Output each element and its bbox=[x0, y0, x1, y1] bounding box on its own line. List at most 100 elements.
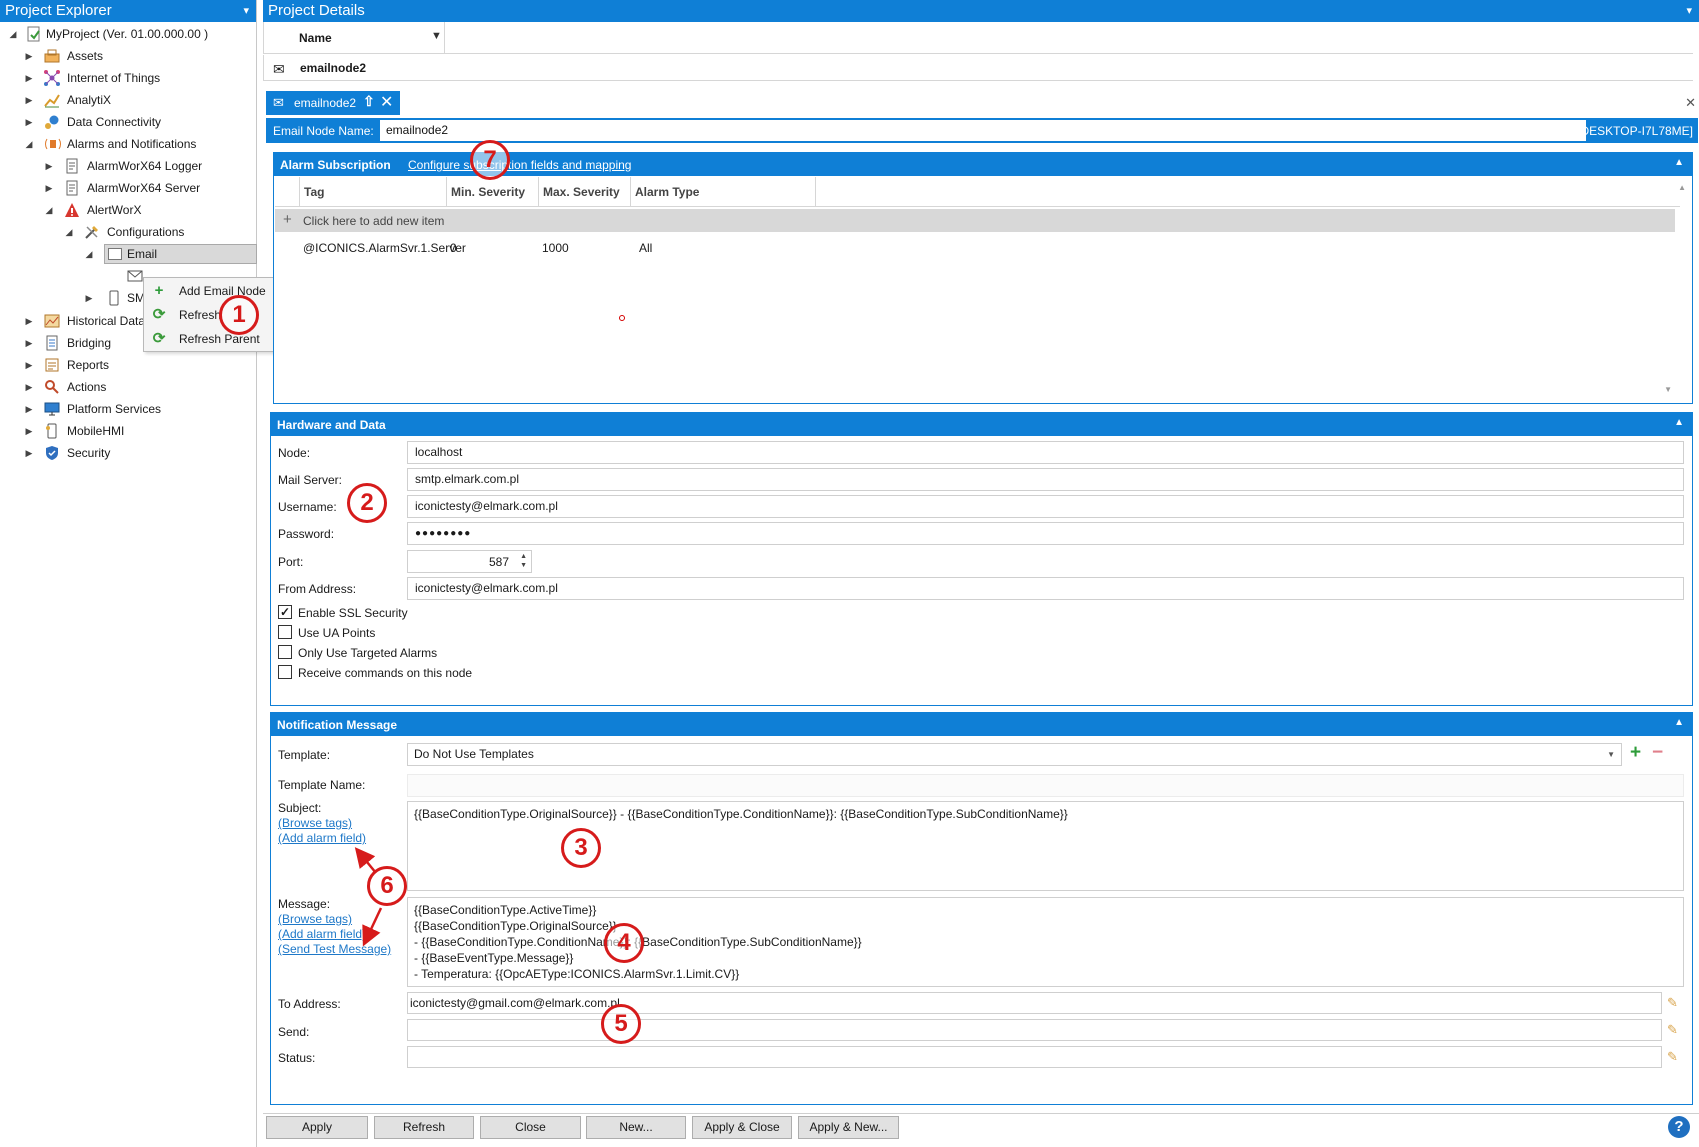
tree-item-alarms-and-notifications[interactable]: ◢ Alarms and Notifications bbox=[0, 133, 257, 155]
collapsed-arrow-icon[interactable]: ▶ bbox=[24, 45, 34, 67]
tree-item-security[interactable]: ▶ Security bbox=[0, 442, 257, 464]
add-template-icon[interactable]: + bbox=[1630, 742, 1641, 764]
apply-and-close-button[interactable]: Apply & Close bbox=[692, 1116, 792, 1139]
tree-item-actions[interactable]: ▶ Actions bbox=[0, 376, 257, 398]
subscription-row[interactable]: @ICONICS.AlarmSvr.1.Server 0 1000 All bbox=[275, 237, 1675, 259]
expanded-arrow-icon[interactable]: ◢ bbox=[64, 221, 74, 243]
collapse-icon[interactable]: ▲ bbox=[1674, 157, 1684, 168]
send-test-message-link[interactable]: (Send Test Message) bbox=[278, 942, 391, 956]
subject-browse-tags-link[interactable]: (Browse tags) bbox=[278, 816, 352, 830]
collapsed-arrow-icon[interactable]: ▶ bbox=[84, 287, 94, 309]
refresh-button[interactable]: Refresh bbox=[374, 1116, 474, 1139]
close-tab-icon[interactable]: ✕ bbox=[380, 92, 393, 112]
message-textarea[interactable]: {{BaseConditionType.ActiveTime}} {{BaseC… bbox=[407, 897, 1684, 987]
collapsed-arrow-icon[interactable]: ▶ bbox=[24, 67, 34, 89]
node-input[interactable]: localhost bbox=[407, 441, 1684, 464]
configure-subscription-link[interactable]: Configure subscription fields and mappin… bbox=[408, 158, 631, 172]
scroll-down-icon[interactable]: ▼ bbox=[1664, 385, 1672, 394]
new-button[interactable]: New... bbox=[586, 1116, 686, 1139]
template-select[interactable]: Do Not Use Templates ▼ bbox=[407, 743, 1622, 766]
pin-dropdown-icon[interactable]: ▾ bbox=[1686, 0, 1692, 22]
hardware-and-data-section: Hardware and Data ▲ Node: localhost Mail… bbox=[270, 412, 1693, 706]
collapsed-arrow-icon[interactable]: ▶ bbox=[24, 376, 34, 398]
spin-arrows-icon[interactable]: ▲ ▼ bbox=[520, 552, 527, 570]
scroll-up-icon[interactable]: ▲ bbox=[1678, 183, 1686, 192]
message-add-alarm-field-link[interactable]: (Add alarm field) bbox=[278, 927, 366, 941]
tree-item-analytix[interactable]: ▶ AnalytiX bbox=[0, 89, 257, 111]
collapsed-arrow-icon[interactable]: ▶ bbox=[24, 332, 34, 354]
subject-add-alarm-field-link[interactable]: (Add alarm field) bbox=[278, 831, 366, 845]
collapsed-arrow-icon[interactable]: ▶ bbox=[24, 89, 34, 111]
collapse-icon[interactable]: ▲ bbox=[1674, 717, 1684, 728]
column-header-max-severity[interactable]: Max. Severity bbox=[543, 185, 620, 199]
tree-item-configurations[interactable]: ◢ Configurations bbox=[0, 221, 257, 243]
column-header-min-severity[interactable]: Min. Severity bbox=[451, 185, 525, 199]
password-input[interactable]: ●●●●●●●● bbox=[407, 522, 1684, 545]
to-address-input[interactable]: iconictesty@gmail.com@elmark.com.pl bbox=[407, 992, 1662, 1014]
tree-item-alarmworx64-logger[interactable]: ▶ AlarmWorX64 Logger bbox=[0, 155, 257, 177]
collapsed-arrow-icon[interactable]: ▶ bbox=[24, 354, 34, 376]
port-stepper[interactable]: 587 ▲ ▼ bbox=[407, 550, 532, 573]
menu-item-refresh-parent[interactable]: ⟳ Refresh Parent bbox=[144, 328, 275, 351]
tree-item-iot[interactable]: ▶ Internet of Things bbox=[0, 67, 257, 89]
tag-browse-icon[interactable]: ✎ bbox=[1667, 995, 1678, 1011]
actions-icon bbox=[44, 379, 60, 395]
checkbox-label: Use UA Points bbox=[298, 626, 376, 640]
tree-item-email[interactable]: ◢ Email bbox=[0, 243, 257, 265]
tree-item-reports[interactable]: ▶ Reports bbox=[0, 354, 257, 376]
tree-item-label: Bridging bbox=[67, 336, 112, 350]
chevron-down-icon[interactable]: ▼ bbox=[1607, 744, 1615, 765]
details-grid-row[interactable]: ✉ emailnode2 bbox=[263, 55, 1693, 81]
checkbox-box[interactable] bbox=[278, 665, 292, 679]
tree-item-alertworx[interactable]: ◢ AlertWorX bbox=[0, 199, 257, 221]
email-node-name-input[interactable]: emailnode2 bbox=[380, 120, 1586, 141]
column-header-name[interactable]: Name bbox=[299, 31, 332, 45]
analytix-icon bbox=[44, 92, 60, 108]
host-label: [DESKTOP-I7L78ME] bbox=[1577, 124, 1693, 138]
tree-item-data-connectivity[interactable]: ▶ Data Connectivity bbox=[0, 111, 257, 133]
pin-up-icon[interactable]: ⇧ bbox=[363, 93, 375, 110]
tag-browse-icon[interactable]: ✎ bbox=[1667, 1049, 1678, 1065]
tree-item-assets[interactable]: ▶ Assets bbox=[0, 45, 257, 67]
checkbox-box[interactable] bbox=[278, 645, 292, 659]
template-name-input[interactable] bbox=[407, 774, 1684, 797]
apply-button[interactable]: Apply bbox=[266, 1116, 368, 1139]
expanded-arrow-icon[interactable]: ◢ bbox=[44, 199, 54, 221]
menu-item-add-email-node[interactable]: + Add Email Node bbox=[144, 280, 275, 303]
expanded-arrow-icon[interactable]: ◢ bbox=[84, 243, 94, 265]
tree-item-project[interactable]: ◢ MyProject (Ver. 01.00.000.00 ) bbox=[0, 23, 257, 45]
collapsed-arrow-icon[interactable]: ▶ bbox=[24, 398, 34, 420]
collapsed-arrow-icon[interactable]: ▶ bbox=[44, 155, 54, 177]
username-input[interactable]: iconictesty@elmark.com.pl bbox=[407, 495, 1684, 518]
apply-and-new-button[interactable]: Apply & New... bbox=[798, 1116, 899, 1139]
close-button[interactable]: Close bbox=[480, 1116, 581, 1139]
mail-server-input[interactable]: smtp.elmark.com.pl bbox=[407, 468, 1684, 491]
filter-icon[interactable]: ▼ bbox=[431, 30, 442, 42]
collapsed-arrow-icon[interactable]: ▶ bbox=[24, 442, 34, 464]
collapsed-arrow-icon[interactable]: ▶ bbox=[44, 177, 54, 199]
expanded-arrow-icon[interactable]: ◢ bbox=[24, 133, 34, 155]
add-new-item-row[interactable]: + Click here to add new item bbox=[275, 209, 1675, 232]
send-input[interactable] bbox=[407, 1019, 1662, 1041]
close-document-icon[interactable]: ✕ bbox=[1685, 95, 1696, 111]
collapsed-arrow-icon[interactable]: ▶ bbox=[24, 310, 34, 332]
collapsed-arrow-icon[interactable]: ▶ bbox=[24, 420, 34, 442]
pin-dropdown-icon[interactable]: ▾ bbox=[243, 0, 249, 22]
remove-template-icon[interactable]: − bbox=[1652, 742, 1663, 764]
tree-item-platform-services[interactable]: ▶ Platform Services bbox=[0, 398, 257, 420]
collapsed-arrow-icon[interactable]: ▶ bbox=[24, 111, 34, 133]
tab-emailnode2[interactable]: ✉ emailnode2 ⇧ ✕ bbox=[266, 91, 400, 115]
help-icon[interactable]: ? bbox=[1668, 1116, 1690, 1138]
tree-item-mobilehmi[interactable]: ▶ MobileHMI bbox=[0, 420, 257, 442]
checkbox-box[interactable] bbox=[278, 625, 292, 639]
collapse-icon[interactable]: ▲ bbox=[1674, 417, 1684, 428]
expanded-arrow-icon[interactable]: ◢ bbox=[8, 23, 18, 45]
column-header-tag[interactable]: Tag bbox=[304, 185, 324, 199]
tag-browse-icon[interactable]: ✎ bbox=[1667, 1022, 1678, 1038]
tree-item-alarmworx64-server[interactable]: ▶ AlarmWorX64 Server bbox=[0, 177, 257, 199]
checkbox-box[interactable]: ✓ bbox=[278, 605, 292, 619]
from-address-input[interactable]: iconictesty@elmark.com.pl bbox=[407, 577, 1684, 600]
status-input[interactable] bbox=[407, 1046, 1662, 1068]
message-browse-tags-link[interactable]: (Browse tags) bbox=[278, 912, 352, 926]
column-header-alarm-type[interactable]: Alarm Type bbox=[635, 185, 699, 199]
